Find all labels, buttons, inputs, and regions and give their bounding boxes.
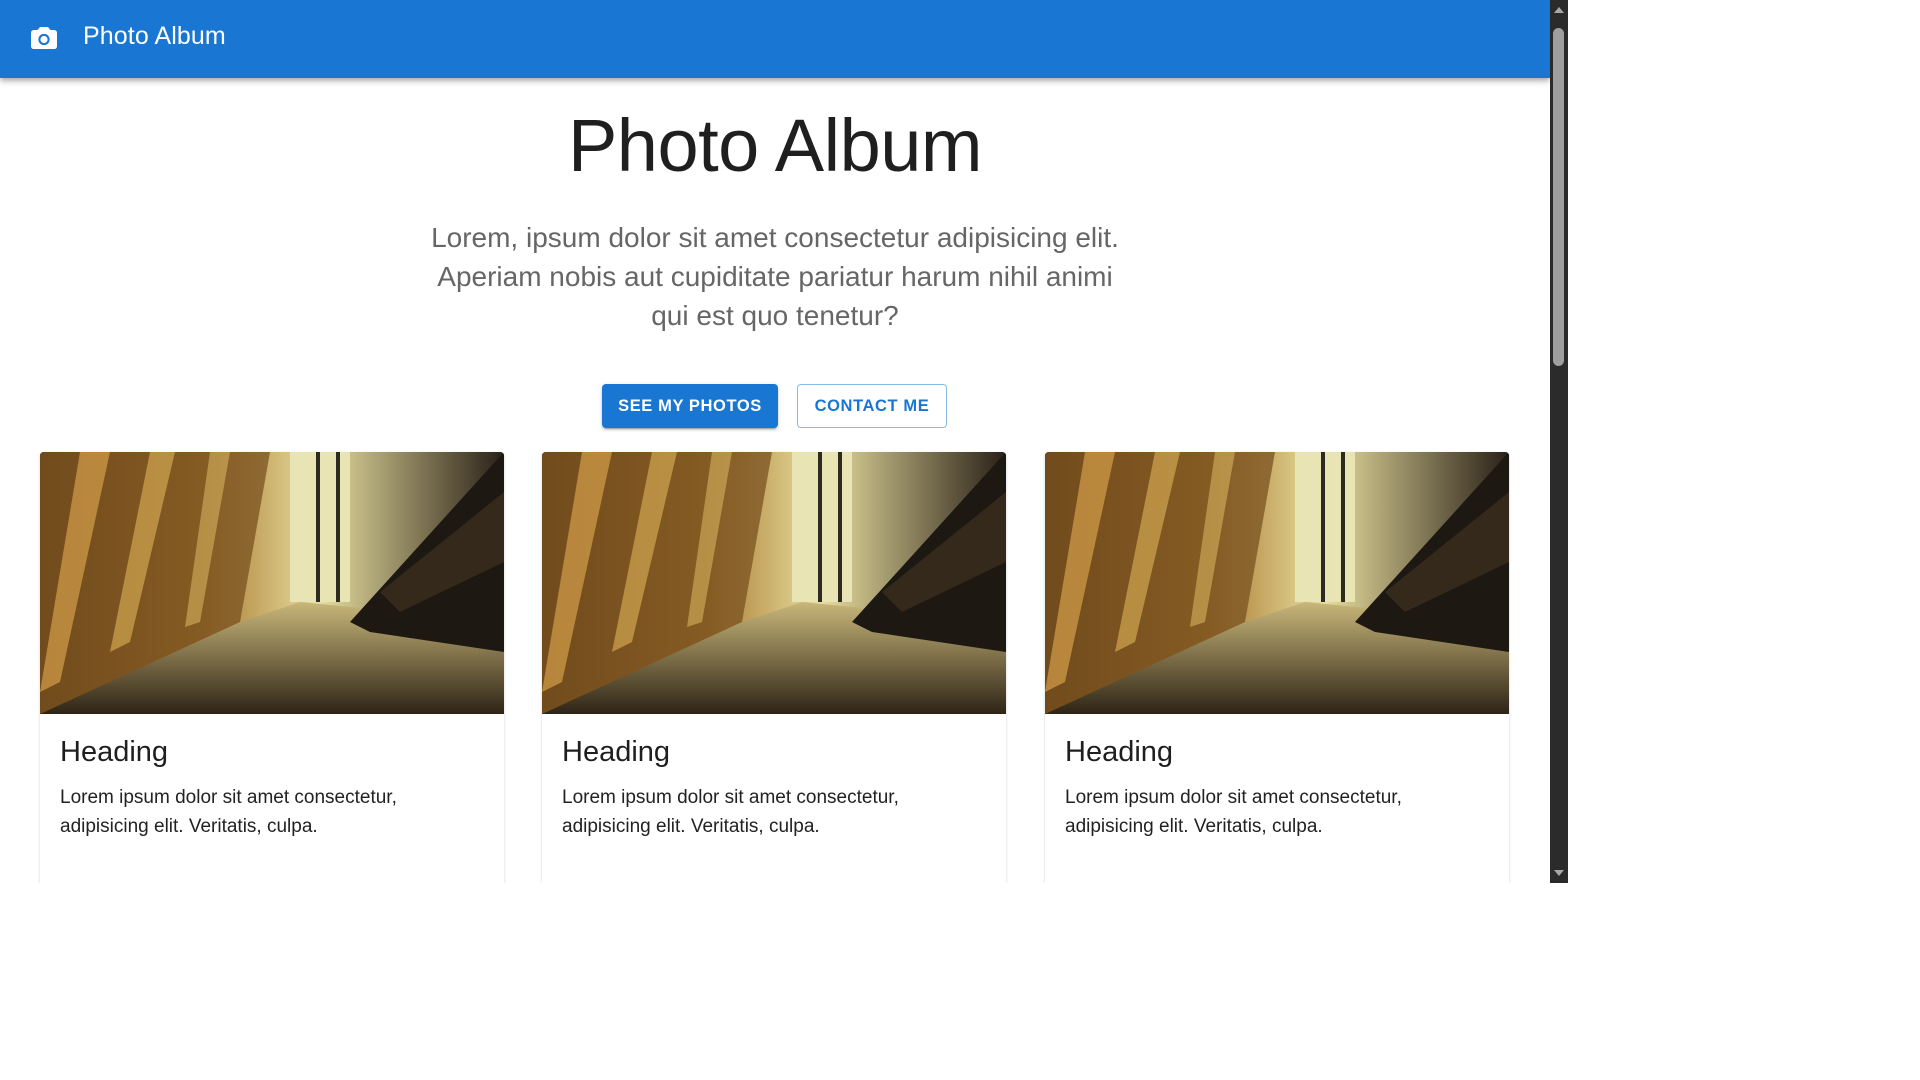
hero-subtitle: Lorem, ipsum dolor sit amet consectetur … xyxy=(431,222,1119,331)
card-heading: Heading xyxy=(60,736,169,768)
photo-card: Heading Lorem ipsum dolor sit amet conse… xyxy=(542,452,1006,883)
hero-title: Photo Album xyxy=(567,104,983,187)
card-heading: Heading xyxy=(1065,736,1174,768)
viewport: Photo Album Photo Album Lorem, ipsum dol… xyxy=(0,0,1550,883)
scrollbar-thumb[interactable] xyxy=(1553,28,1564,366)
see-my-photos-button[interactable]: See my photos xyxy=(602,384,778,428)
scroll-up-arrow-icon[interactable] xyxy=(1554,7,1564,13)
photo-card: Heading Lorem ipsum dolor sit amet conse… xyxy=(1045,452,1509,883)
card-text: Lorem ipsum dolor sit amet consectetur, … xyxy=(562,787,899,837)
card-heading: Heading xyxy=(562,736,671,768)
photo-card: Heading Lorem ipsum dolor sit amet conse… xyxy=(40,452,504,883)
vertical-scrollbar[interactable] xyxy=(1550,0,1568,883)
scroll-down-arrow-icon[interactable] xyxy=(1554,870,1564,876)
auditorium-seats-photo xyxy=(40,452,504,714)
card-text: Lorem ipsum dolor sit amet consectetur, … xyxy=(1065,787,1402,837)
app-title: Photo Album xyxy=(83,22,226,50)
page: Photo Album Photo Album Lorem, ipsum dol… xyxy=(0,0,1568,883)
camera-icon xyxy=(31,27,57,49)
auditorium-seats-photo xyxy=(542,452,1006,714)
contact-me-button[interactable]: Contact me xyxy=(797,384,947,428)
card-text: Lorem ipsum dolor sit amet consectetur, … xyxy=(60,787,397,837)
app-bar: Photo Album xyxy=(0,0,1550,78)
auditorium-seats-photo xyxy=(1045,452,1509,714)
